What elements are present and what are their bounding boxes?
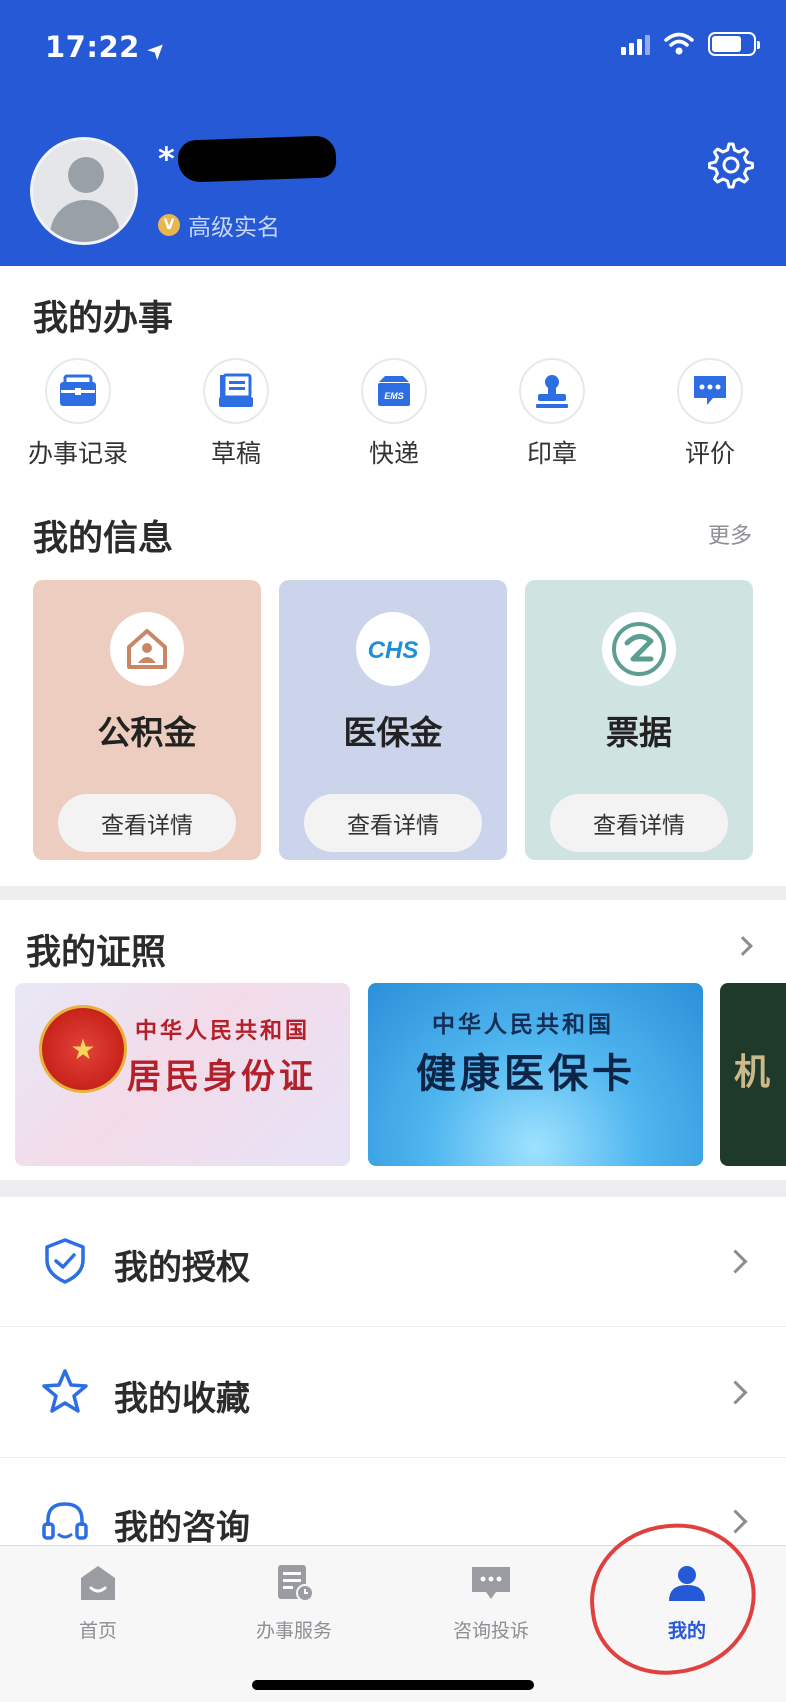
home-indicator	[252, 1680, 534, 1690]
comment-icon	[694, 376, 726, 405]
tab-label: 首页	[78, 1620, 117, 1642]
chs-logo-icon: CHS	[368, 637, 419, 664]
cellular-signal-icon	[621, 33, 650, 55]
tab-label: 咨询投诉	[452, 1620, 529, 1642]
menu-item-favorites[interactable]: 我的收藏	[0, 1327, 786, 1457]
profile-header: 17:22➤ * V 高级实名	[0, 0, 786, 266]
verified-badge-icon: V	[158, 214, 180, 236]
info-card-receipts[interactable]: 票据 查看详情	[525, 580, 753, 860]
stamp-icon	[536, 375, 568, 408]
chat-icon	[472, 1567, 510, 1599]
task-review[interactable]: 评价	[650, 358, 770, 470]
task-label: 办事记录	[27, 439, 128, 468]
task-label: 草稿	[210, 439, 261, 468]
home-icon	[81, 1566, 115, 1600]
svg-text:CHS: CHS	[368, 637, 419, 664]
avatar[interactable]	[30, 137, 138, 245]
my-tasks-title: 我的办事	[33, 299, 174, 339]
receipt-logo-icon	[612, 622, 666, 676]
gear-icon[interactable]	[706, 140, 756, 190]
info-card-medical-fund[interactable]: CHS 医保金 查看详情	[279, 580, 507, 860]
tab-services[interactable]: 办事服务	[224, 1564, 364, 1643]
task-label: 快递	[368, 439, 419, 468]
headset-icon	[42, 1502, 88, 1540]
my-licenses-title: 我的证照	[26, 933, 167, 973]
card-name: 医保金	[343, 713, 443, 752]
license-issuer: 中华人民共和国	[135, 1018, 311, 1044]
task-label: 印章	[526, 439, 577, 468]
battery-icon	[708, 32, 760, 56]
task-seal[interactable]: 印章	[492, 358, 612, 470]
chevron-right-icon	[723, 1249, 748, 1274]
time-text: 17:22	[45, 30, 140, 64]
menu-item-label: 我的授权	[114, 1248, 250, 1288]
menu-item-label: 我的收藏	[114, 1379, 250, 1419]
house-icon	[127, 629, 167, 669]
license-card-medical[interactable]: 中华人民共和国 健康医保卡	[368, 983, 703, 1166]
task-drafts[interactable]: 草稿	[176, 358, 296, 470]
redaction-mark	[177, 135, 337, 183]
national-emblem-icon: ★	[39, 1005, 127, 1093]
verification-status: V 高级实名	[158, 208, 280, 242]
chevron-right-icon	[723, 1509, 748, 1534]
license-name: 健康医保卡	[416, 1050, 636, 1097]
menu-item-authorization[interactable]: 我的授权	[0, 1196, 786, 1326]
view-details-button[interactable]: 查看详情	[58, 794, 236, 852]
task-records[interactable]: 办事记录	[18, 358, 138, 470]
license-name: 居民身份证	[127, 1057, 317, 1097]
draft-icon	[219, 373, 253, 407]
license-issuer: 中华人民共和国	[432, 1011, 614, 1038]
svg-text:EMS: EMS	[384, 391, 404, 401]
verification-text: 高级实名	[188, 215, 280, 241]
tab-consult[interactable]: 咨询投诉	[421, 1564, 561, 1643]
view-details-button[interactable]: 查看详情	[550, 794, 728, 852]
my-info-title: 我的信息	[33, 519, 174, 559]
card-name: 票据	[606, 713, 672, 752]
more-link[interactable]: 更多	[708, 518, 752, 550]
task-label: 评价	[684, 439, 735, 468]
ems-box-icon: EMS	[378, 376, 410, 406]
status-indicators	[621, 32, 760, 56]
wifi-icon	[664, 32, 694, 55]
license-card-id[interactable]: ★ 中华人民共和国 居民身份证	[15, 983, 350, 1166]
tab-label: 办事服务	[255, 1620, 332, 1642]
status-time: 17:22➤	[45, 30, 173, 66]
view-details-button[interactable]: 查看详情	[304, 794, 482, 852]
service-icon	[278, 1565, 314, 1602]
info-card-housing-fund[interactable]: 公积金 查看详情	[33, 580, 261, 860]
location-arrow-icon: ➤	[141, 34, 173, 67]
license-name: 机	[734, 1051, 775, 1093]
star-icon	[42, 1369, 88, 1413]
chevron-right-icon	[723, 1380, 748, 1405]
tab-home[interactable]: 首页	[28, 1564, 168, 1643]
username: *	[158, 140, 175, 178]
license-card-partial[interactable]: 机	[720, 983, 786, 1166]
briefcase-icon	[60, 374, 96, 406]
menu-item-label: 我的咨询	[114, 1508, 250, 1548]
shield-check-icon	[45, 1238, 85, 1284]
task-express[interactable]: EMS 快递	[334, 358, 454, 470]
card-name: 公积金	[97, 713, 197, 752]
